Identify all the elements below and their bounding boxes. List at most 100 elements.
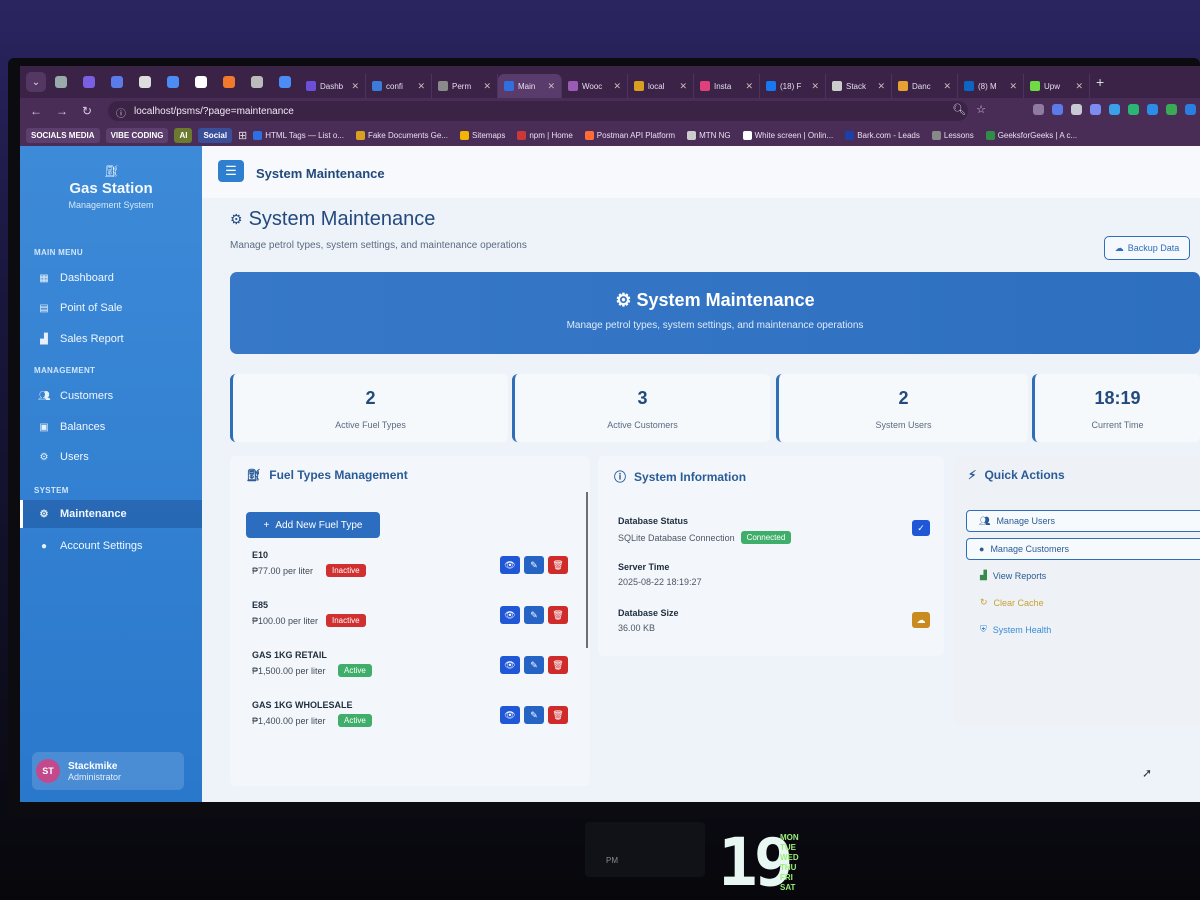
browser-tab[interactable]: local ✕ [628, 74, 694, 98]
site-info-icon[interactable]: ⓘ [116, 105, 126, 120]
extension-icon[interactable] [1166, 104, 1177, 115]
sidebar-item-balances[interactable]: ▣ Balances [20, 413, 202, 441]
close-tab-icon[interactable]: ✕ [1009, 81, 1017, 92]
extension-icon[interactable] [1109, 104, 1120, 115]
system-health-link[interactable]: ⛨ System Health [980, 624, 1051, 635]
view-icon[interactable]: 👁︎ [500, 656, 520, 674]
tab-favicon-icon [898, 81, 908, 91]
close-tab-icon[interactable]: ✕ [483, 81, 491, 92]
pinned-tab[interactable] [132, 71, 158, 93]
edit-icon[interactable]: ✎ [524, 706, 544, 724]
browser-tab[interactable]: Danc ✕ [892, 74, 958, 98]
pinned-tab[interactable] [244, 71, 270, 93]
gear-icon: ⚙︎ [39, 508, 49, 520]
forward-icon[interactable]: → [56, 104, 68, 118]
browser-tab[interactable]: Main ✕ [498, 74, 562, 98]
manage-customers-button[interactable]: ● Manage Customers [966, 538, 1200, 560]
sidebar-item-pos[interactable]: ▤ Point of Sale [20, 294, 202, 322]
bookmark-item[interactable]: Postman API Platform [584, 130, 675, 140]
view-icon[interactable]: 👁︎ [500, 606, 520, 624]
new-tab-button[interactable]: + [1092, 74, 1104, 90]
close-tab-icon[interactable]: ✕ [613, 81, 621, 92]
pinned-tab[interactable] [48, 71, 74, 93]
bookmark-item[interactable]: npm | Home [517, 130, 573, 140]
bookmark-folder[interactable]: VIBE CODING [105, 127, 169, 143]
bookmark-item[interactable]: Lessons [931, 130, 974, 140]
reload-icon[interactable]: ↻ [82, 104, 92, 118]
browser-tab[interactable]: Perm ✕ [432, 74, 498, 98]
bookmark-folder[interactable]: AI [174, 127, 193, 143]
close-tab-icon[interactable]: ✕ [877, 81, 885, 92]
bookmark-item[interactable]: Sitemaps [460, 130, 505, 140]
bookmark-item[interactable]: White screen | Onlin... [742, 130, 833, 140]
extension-icon[interactable] [1128, 104, 1139, 115]
browser-tab[interactable]: Upw ✕ [1024, 74, 1090, 98]
view-icon[interactable]: 👁︎ [500, 706, 520, 724]
delete-icon[interactable]: 🗑︎ [548, 706, 568, 724]
pinned-tab[interactable] [272, 71, 298, 93]
tab-label: confi [386, 81, 403, 91]
close-tab-icon[interactable]: ✕ [417, 81, 425, 92]
close-tab-icon[interactable]: ✕ [1075, 81, 1083, 92]
close-tab-icon[interactable]: ✕ [811, 81, 819, 92]
sidebar-item-customers[interactable]: 👥︎ Customers [20, 382, 202, 410]
close-tab-icon[interactable]: ✕ [351, 81, 359, 92]
menu-toggle-button[interactable]: ☰ [218, 160, 244, 182]
edit-icon[interactable]: ✎ [524, 606, 544, 624]
back-icon[interactable]: ← [30, 104, 42, 118]
clear-cache-link[interactable]: ↻ Clear Cache [980, 597, 1044, 608]
add-fuel-type-button[interactable]: + Add New Fuel Type [246, 512, 380, 538]
user-card[interactable]: ST Stackmike Administrator [32, 752, 184, 790]
extension-icon[interactable] [1071, 104, 1082, 115]
edit-icon[interactable]: ✎ [524, 656, 544, 674]
url-bar[interactable]: ⓘ localhost/psms/?page=maintenance [108, 101, 968, 121]
sidebar-item-users[interactable]: ⚙︎ Users [20, 443, 202, 471]
close-tab-icon[interactable]: ✕ [943, 81, 951, 92]
delete-icon[interactable]: 🗑︎ [548, 606, 568, 624]
browser-tab[interactable]: (8) M ✕ [958, 74, 1024, 98]
tab-search-button[interactable]: ⌄ [26, 72, 46, 92]
backup-data-button[interactable]: ☁︎ Backup Data [1104, 236, 1190, 260]
browser-tab[interactable]: Dashb ✕ [300, 74, 366, 98]
close-tab-icon[interactable]: ✕ [745, 81, 753, 92]
apps-grid-icon[interactable]: ⊞ [238, 129, 247, 142]
delete-icon[interactable]: 🗑︎ [548, 556, 568, 574]
browser-tab[interactable]: Wooc ✕ [562, 74, 628, 98]
sidebar-item-sales-report[interactable]: ▟ Sales Report [20, 325, 202, 353]
sidebar-item-account-settings[interactable]: ● Account Settings [20, 532, 202, 560]
shield-icon[interactable] [1090, 104, 1101, 115]
browser-tab[interactable]: Insta ✕ [694, 74, 760, 98]
view-icon[interactable]: 👁︎ [500, 556, 520, 574]
extension-icon[interactable] [1052, 104, 1063, 115]
pinned-tab[interactable] [216, 71, 242, 93]
pinned-tab[interactable] [104, 71, 130, 93]
extension-icon[interactable] [1185, 104, 1196, 115]
bookmark-item[interactable]: HTML Tags — List o... [253, 130, 344, 140]
bookmark-item[interactable]: GeeksforGeeks | A c... [985, 130, 1077, 140]
extension-icon[interactable] [1147, 104, 1158, 115]
extension-icon[interactable] [1033, 104, 1044, 115]
browser-tab[interactable]: confi ✕ [366, 74, 432, 98]
close-tab-icon[interactable]: ✕ [547, 81, 555, 92]
bookmark-item[interactable]: Bark.com - Leads [845, 130, 920, 140]
bookmark-star-icon[interactable]: ☆ [976, 103, 986, 116]
pinned-tab[interactable] [160, 71, 186, 93]
edit-icon[interactable]: ✎ [524, 556, 544, 574]
pinned-tab[interactable] [188, 71, 214, 93]
bookmark-folder[interactable]: SOCIALS MEDIA [26, 127, 100, 143]
sidebar-item-maintenance[interactable]: ⚙︎ Maintenance [20, 500, 202, 528]
desk-clock-days: MON TUE WED THU FRI SAT [780, 833, 799, 893]
browser-tab[interactable]: (18) F ✕ [760, 74, 826, 98]
manage-users-button[interactable]: 👥︎ Manage Users [966, 510, 1200, 532]
pinned-tab[interactable] [76, 71, 102, 93]
view-reports-link[interactable]: ▟ View Reports [980, 570, 1046, 581]
browser-tab[interactable]: Stack ✕ [826, 74, 892, 98]
close-tab-icon[interactable]: ✕ [679, 81, 687, 92]
bookmark-item[interactable]: MTN NG [687, 130, 731, 140]
bookmark-item[interactable]: Fake Documents Ge... [355, 130, 448, 140]
sidebar-item-dashboard[interactable]: ▦ Dashboard [20, 264, 202, 292]
tab-favicon-icon [438, 81, 448, 91]
delete-icon[interactable]: 🗑︎ [548, 656, 568, 674]
bookmark-folder[interactable]: Social [198, 127, 233, 143]
zoom-icon[interactable]: 🔍︎ [952, 103, 966, 116]
